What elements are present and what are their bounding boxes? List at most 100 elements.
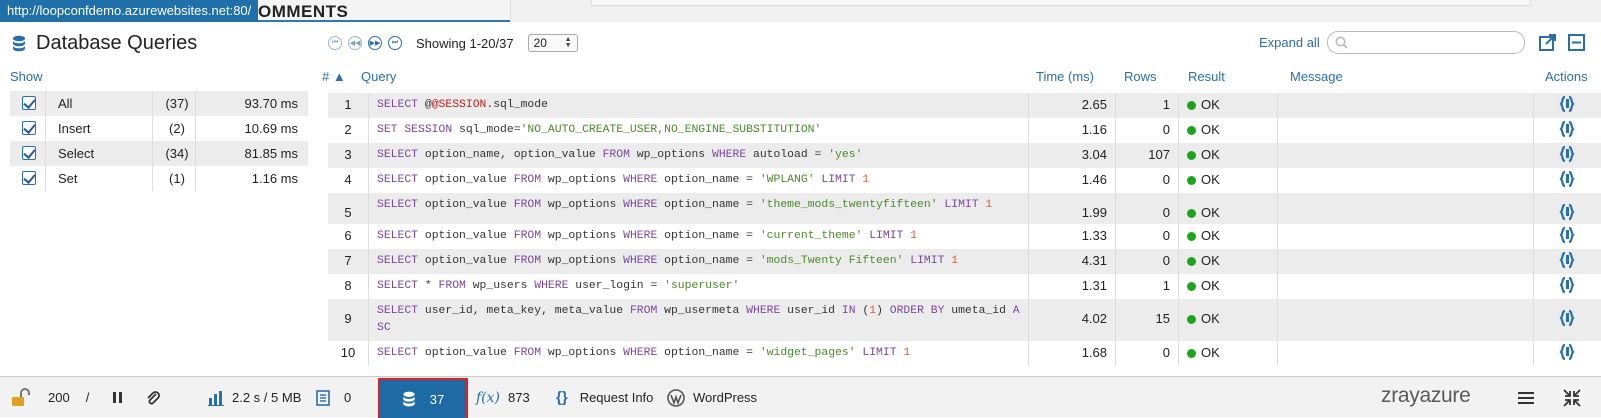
wordpress-button[interactable]: WordPress (667, 377, 757, 418)
result-text: OK (1201, 172, 1220, 187)
query-message (1277, 143, 1533, 168)
query-action (1533, 93, 1601, 118)
collapse-panel-icon[interactable] (1568, 34, 1585, 51)
sql-token: WHERE (534, 280, 576, 292)
attach-button[interactable] (146, 377, 160, 418)
code-bracket-icon[interactable] (1558, 145, 1577, 163)
filter-label: Insert (58, 121, 91, 136)
query-rows: 0 (1115, 341, 1178, 366)
query-number: 1 (344, 97, 352, 112)
sql-token: WHERE (746, 305, 788, 317)
query-sql: SELECT user_id, meta_key, meta_value FRO… (368, 299, 1028, 341)
sql-token: option_name = (664, 230, 760, 242)
code-bracket-icon[interactable] (1558, 95, 1577, 113)
status-code[interactable]: 200 / (48, 377, 89, 418)
code-bracket-icon[interactable] (1558, 251, 1577, 269)
query-action (1533, 249, 1601, 274)
code-bracket-icon[interactable] (1558, 203, 1577, 221)
search-input[interactable] (1327, 31, 1525, 54)
sql-token: WHERE (623, 255, 665, 267)
last-page-button[interactable]: ⏭ (388, 36, 402, 50)
filter-time: 93.70 ms (244, 96, 298, 111)
export-icon[interactable] (1539, 34, 1556, 51)
expand-all-link[interactable]: Expand all (1259, 35, 1320, 50)
code-bracket-icon[interactable] (1558, 120, 1577, 138)
performance-stats[interactable]: 2.2 s / 5 MB (208, 377, 301, 418)
table-row[interactable]: 6 SELECT option_value FROM wp_options WH… (328, 224, 1601, 249)
result-text: OK (1201, 345, 1220, 360)
column-rows[interactable]: Rows (1124, 69, 1157, 84)
sql-token: FROM (629, 305, 665, 317)
filter-time: 1.16 ms (251, 171, 298, 186)
prev-page-button[interactable]: ◀◀ (348, 36, 362, 50)
filter-checkbox-all[interactable] (22, 96, 36, 110)
query-result: OK (1178, 249, 1277, 274)
query-number: 4 (344, 172, 352, 187)
query-number: 2 (344, 122, 352, 137)
column-message[interactable]: Message (1290, 69, 1343, 84)
code-bracket-icon[interactable] (1558, 170, 1577, 188)
sql-token: user_id, meta_key, meta_value (424, 305, 630, 317)
table-row[interactable]: 9 SELECT user_id, meta_key, meta_value F… (328, 299, 1601, 341)
query-result: OK (1178, 168, 1277, 193)
sql-token: option_name = (664, 255, 760, 267)
table-row[interactable]: 10 SELECT option_value FROM wp_options W… (328, 341, 1601, 366)
minimize-toolbar-button[interactable] (1562, 377, 1582, 418)
filter-time: 10.69 ms (244, 121, 298, 136)
request-info-button[interactable]: {} Request Info (556, 377, 653, 418)
column-query[interactable]: Query (361, 69, 396, 84)
result-text: OK (1201, 122, 1220, 137)
query-number: 6 (344, 228, 352, 243)
column-number-sort[interactable]: # ▲ (322, 69, 346, 84)
bar-chart-icon (208, 390, 224, 406)
table-row[interactable]: 3 SELECT option_name, option_value FROM … (328, 143, 1601, 168)
database-queries-button[interactable]: 37 (378, 378, 468, 418)
code-bracket-icon[interactable] (1558, 276, 1577, 294)
table-row[interactable]: 2 SET SESSION sql_mode='NO_AUTO_CREATE_U… (328, 118, 1601, 143)
page-size-select[interactable]: 20 ▲ ▼ (527, 34, 578, 52)
code-bracket-icon[interactable] (1558, 226, 1577, 244)
search-icon (1335, 36, 1348, 49)
table-row[interactable]: 8 SELECT * FROM wp_users WHERE user_logi… (328, 274, 1601, 299)
logs-count: 0 (344, 390, 352, 405)
logs-button[interactable]: 0 (316, 377, 351, 418)
query-number: 3 (344, 147, 352, 162)
first-page-button[interactable]: ⏮ (328, 36, 342, 50)
status-separator: / (85, 390, 90, 405)
menu-button[interactable] (1518, 377, 1534, 418)
pause-button[interactable] (112, 377, 124, 418)
filter-checkbox-set[interactable] (22, 171, 36, 185)
query-rows: 1 (1115, 274, 1178, 299)
paperclip-icon (147, 390, 160, 404)
lock-toggle[interactable] (10, 377, 30, 418)
table-row[interactable]: 5 SELECT option_value FROM wp_options WH… (328, 193, 1601, 224)
sql-token: autoload = (753, 149, 829, 161)
query-message (1277, 341, 1533, 366)
filter-checkbox-insert[interactable] (22, 121, 36, 135)
sql-token: FROM (513, 199, 548, 211)
column-time[interactable]: Time (ms) (1036, 69, 1094, 84)
sql-token: LIMIT (944, 199, 986, 211)
sql-token: WHERE (623, 230, 665, 242)
code-bracket-icon[interactable] (1558, 309, 1577, 327)
query-sql: SELECT option_value FROM wp_options WHER… (368, 224, 1028, 249)
functions-button[interactable]: f(x) 873 (476, 377, 530, 418)
sql-token: umeta_id (951, 305, 1013, 317)
sql-token: @SESSION (431, 99, 487, 111)
code-bracket-icon[interactable] (1558, 343, 1577, 361)
sql-token: 1 (985, 199, 993, 211)
table-row[interactable]: 4 SELECT option_value FROM wp_options WH… (328, 168, 1601, 193)
filter-checkbox-select[interactable] (22, 146, 36, 160)
unlock-icon (12, 387, 30, 406)
table-row[interactable]: 1 SELECT @@SESSION.sql_mode 2.65 1 OK (328, 93, 1601, 118)
sql-token: 'yes' (828, 149, 863, 161)
query-sql: SELECT option_name, option_value FROM wp… (368, 143, 1028, 168)
query-table: 1 SELECT @@SESSION.sql_mode 2.65 1 OK 2 … (328, 93, 1601, 366)
next-page-button[interactable]: ▶▶ (368, 36, 382, 50)
column-result[interactable]: Result (1188, 69, 1225, 84)
table-row[interactable]: 7 SELECT option_value FROM wp_options WH… (328, 249, 1601, 274)
query-message (1277, 118, 1533, 143)
ok-status-icon (1187, 257, 1196, 266)
result-text: OK (1201, 147, 1220, 162)
ok-status-icon (1187, 315, 1196, 324)
